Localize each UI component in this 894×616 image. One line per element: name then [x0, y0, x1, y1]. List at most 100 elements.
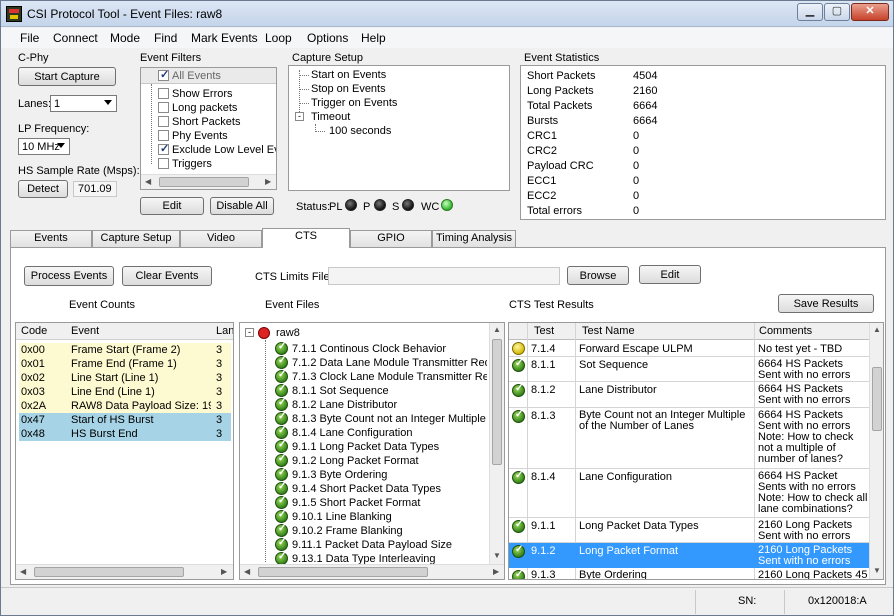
column-header-event[interactable]: Event — [71, 325, 99, 337]
timeout-item[interactable]: Timeout — [311, 111, 350, 123]
phy-events-checkbox[interactable] — [158, 130, 169, 141]
collapse-icon[interactable]: - — [245, 328, 254, 337]
column-header-comments[interactable]: Comments — [759, 325, 812, 337]
menu-mode[interactable]: Mode — [110, 31, 140, 45]
table-row[interactable]: 8.1.2 Lane Distributor 6664 HS Packets S… — [509, 382, 869, 408]
code-cell: 0x48 — [21, 428, 45, 440]
table-row[interactable]: 0x02 Line Start (Line 1) 3 — [19, 371, 231, 385]
stop-on-events-item[interactable]: Stop on Events — [311, 83, 386, 95]
tree-item[interactable]: 9.1.1 Long Packet Data Types — [292, 441, 487, 453]
start-on-events-item[interactable]: Start on Events — [311, 69, 386, 81]
tree-root-raw8[interactable]: raw8 — [276, 327, 300, 339]
tree-item[interactable]: 9.1.3 Byte Ordering — [292, 469, 487, 481]
cts-limits-input[interactable] — [328, 267, 560, 285]
tab-video[interactable]: Video — [180, 230, 262, 247]
code-cell: 0x01 — [21, 358, 45, 370]
process-events-button[interactable]: Process Events — [24, 266, 114, 286]
start-capture-button[interactable]: Start Capture — [18, 67, 116, 86]
tree-item[interactable]: 9.1.5 Short Packet Format — [292, 497, 487, 509]
tree-item[interactable]: 7.1.2 Data Lane Module Transmitter Requi… — [292, 357, 487, 369]
browse-button[interactable]: Browse — [567, 266, 629, 285]
close-button[interactable]: ✕ — [851, 3, 889, 21]
column-header-code[interactable]: Code — [21, 325, 47, 337]
scrollbar-thumb[interactable] — [872, 367, 882, 431]
tab-capture-setup[interactable]: Capture Setup — [92, 230, 180, 247]
lp-frequency-select[interactable]: 10 MHz — [18, 138, 70, 155]
clear-events-button[interactable]: Clear Events — [122, 266, 212, 286]
table-row[interactable]: 0x48 HS Burst End 3 — [19, 427, 231, 441]
tab-cts[interactable]: CTS — [262, 228, 350, 248]
scrollbar-thumb[interactable] — [159, 177, 249, 187]
table-row[interactable]: 0x2A RAW8 Data Payload Size: 19... 3 — [19, 399, 231, 413]
menu-file[interactable]: File — [20, 31, 39, 45]
tab-events[interactable]: Events — [10, 230, 92, 247]
menu-connect[interactable]: Connect — [53, 31, 98, 45]
short-packets-checkbox[interactable] — [158, 116, 169, 127]
detect-button[interactable]: Detect — [18, 180, 68, 198]
tree-item[interactable]: 9.1.2 Long Packet Format — [292, 455, 487, 467]
menu-mark-events[interactable]: Mark Events — [191, 31, 258, 45]
tree-item[interactable]: 9.11.1 Packet Data Payload Size — [292, 539, 487, 551]
table-row[interactable]: 8.1.4 Lane Configuration 6664 HS Packet … — [509, 469, 869, 518]
column-header-lane[interactable]: Lane — [216, 325, 233, 337]
status-separator — [695, 590, 696, 614]
minimize-button[interactable]: ▁ — [797, 3, 823, 21]
table-row[interactable]: 7.1.4 Forward Escape ULPM No test yet - … — [509, 341, 869, 357]
check-icon — [275, 467, 288, 481]
menu-loop[interactable]: Loop — [265, 31, 292, 45]
tree-item[interactable]: 8.1.1 Sot Sequence — [292, 385, 487, 397]
save-results-button[interactable]: Save Results — [778, 294, 874, 313]
menu-find[interactable]: Find — [154, 31, 177, 45]
timeout-value-item[interactable]: 100 seconds — [329, 125, 391, 137]
column-header-test-name[interactable]: Test Name — [582, 325, 635, 337]
exclude-low-level-checkbox[interactable] — [158, 142, 169, 155]
table-row[interactable]: 0x03 Line End (Line 1) 3 — [19, 385, 231, 399]
tab-gpio[interactable]: GPIO — [350, 230, 432, 247]
files-horizontal-scrollbar[interactable]: ◀ ▶ — [240, 564, 504, 579]
cts-edit-button[interactable]: Edit — [639, 265, 701, 284]
tree-item[interactable]: 7.1.3 Clock Lane Module Transmitter Requ… — [292, 371, 487, 383]
tree-connector — [315, 131, 325, 132]
tab-timing-analysis[interactable]: Timing Analysis — [432, 230, 516, 247]
stat-label: Long Packets — [527, 85, 594, 97]
scrollbar-thumb[interactable] — [258, 567, 428, 577]
results-vertical-scrollbar[interactable]: ▲ ▼ — [869, 323, 883, 579]
stat-value: 0 — [633, 205, 640, 217]
tree-item[interactable]: 8.1.2 Lane Distributor — [292, 399, 487, 411]
tree-item[interactable]: 9.1.4 Short Packet Data Types — [292, 483, 487, 495]
table-row[interactable]: 0x01 Frame End (Frame 1) 3 — [19, 357, 231, 371]
all-events-checkbox[interactable] — [158, 68, 169, 81]
scroll-right-icon: ▶ — [265, 177, 272, 186]
table-row[interactable]: 0x47 Start of HS Burst 3 — [19, 413, 231, 427]
scrollbar-thumb[interactable] — [492, 339, 502, 465]
scrollbar-thumb[interactable] — [34, 567, 184, 577]
table-row[interactable]: 9.1.1 Long Packet Data Types 2160 Long P… — [509, 518, 869, 543]
tree-item[interactable]: 8.1.3 Byte Count not an Integer Multiple… — [292, 413, 487, 425]
tree-item[interactable]: 7.1.1 Continous Clock Behavior — [292, 343, 487, 355]
tree-item[interactable]: 8.1.4 Lane Configuration — [292, 427, 487, 439]
filters-edit-button[interactable]: Edit — [140, 197, 204, 215]
long-packets-checkbox[interactable] — [158, 102, 169, 113]
test-id-cell: 9.1.1 — [531, 520, 556, 532]
lanes-select[interactable]: 1 — [50, 95, 117, 112]
table-row[interactable]: 8.1.3 Byte Count not an Integer Multiple… — [509, 408, 869, 469]
trigger-on-events-item[interactable]: Trigger on Events — [311, 97, 397, 109]
table-row[interactable]: 8.1.1 Sot Sequence 6664 HS Packets Sent … — [509, 357, 869, 382]
test-name-cell: Lane Distributor — [579, 384, 657, 396]
filters-horizontal-scrollbar[interactable]: ◀ ▶ — [141, 174, 276, 189]
collapse-icon[interactable]: - — [295, 112, 304, 121]
disable-all-button[interactable]: Disable All — [210, 197, 274, 215]
counts-horizontal-scrollbar[interactable]: ◀ ▶ — [16, 564, 233, 579]
table-row[interactable]: 9.1.3 Byte Ordering 2160 Long Packets 45… — [509, 568, 869, 579]
menu-options[interactable]: Options — [307, 31, 348, 45]
column-header-test[interactable]: Test — [534, 325, 554, 337]
triggers-checkbox[interactable] — [158, 158, 169, 169]
menu-help[interactable]: Help — [361, 31, 386, 45]
files-vertical-scrollbar[interactable]: ▲ ▼ — [489, 323, 504, 564]
tree-item[interactable]: 9.10.2 Frame Blanking — [292, 525, 487, 537]
maximize-button[interactable]: ▢ — [824, 3, 850, 21]
tree-item[interactable]: 9.10.1 Line Blanking — [292, 511, 487, 523]
table-row[interactable]: 0x00 Frame Start (Frame 2) 3 — [19, 343, 231, 357]
table-row-selected[interactable]: 9.1.2 Long Packet Format 2160 Long Packe… — [509, 543, 869, 568]
show-errors-checkbox[interactable] — [158, 88, 169, 99]
